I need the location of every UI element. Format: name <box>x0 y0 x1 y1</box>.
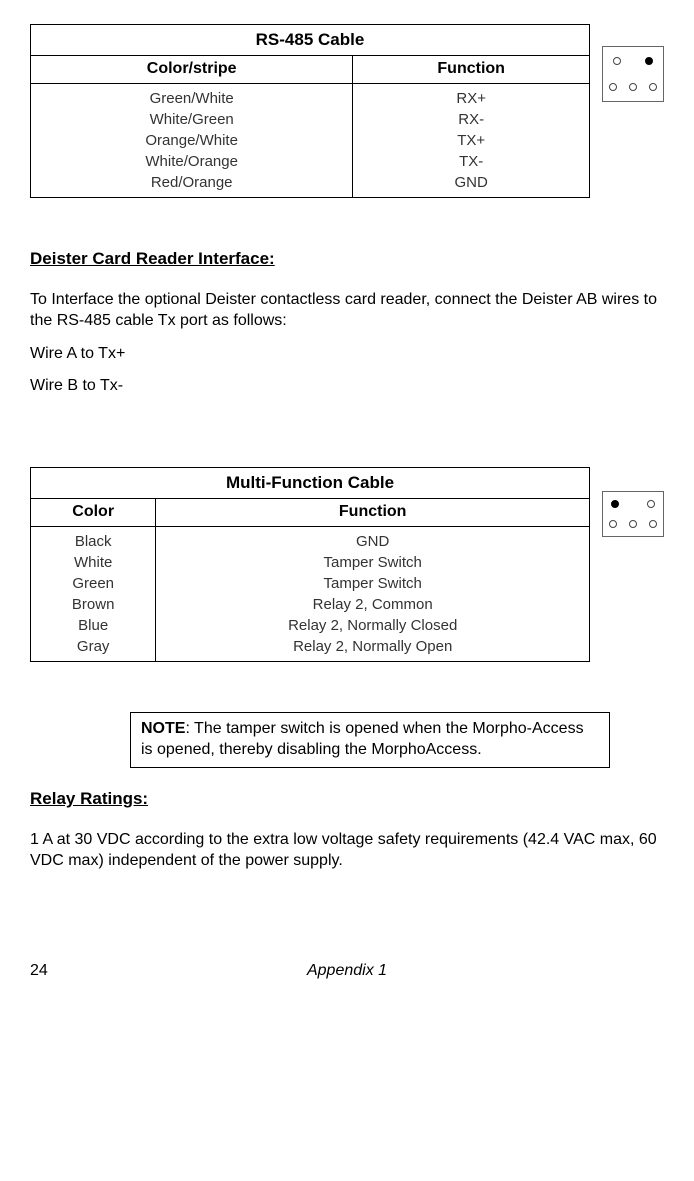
note-box: NOTE: The tamper switch is opened when t… <box>130 712 610 768</box>
table-row-value: RX- <box>357 109 585 130</box>
rs485-table-row: RS-485 Cable Color/stripe Function Green… <box>30 24 664 198</box>
paragraph: Wire A to Tx+ <box>30 344 664 365</box>
table-cell: GND Tamper Switch Tamper Switch Relay 2,… <box>156 527 590 662</box>
table-row-value: GND <box>160 531 585 552</box>
table-row-value: White/Orange <box>35 151 348 172</box>
table-row-value: Gray <box>35 636 151 657</box>
table-cell: Green/White White/Green Orange/White Whi… <box>31 83 353 197</box>
pin-filled-icon <box>645 57 653 65</box>
table-row-value: TX- <box>357 151 585 172</box>
footer-appendix: Appendix 1 <box>70 961 624 982</box>
table-row-value: Red/Orange <box>35 172 348 193</box>
table-row-value: White/Green <box>35 109 348 130</box>
table-row-value: White <box>35 552 151 573</box>
table-row-value: Tamper Switch <box>160 573 585 594</box>
table-row-value: Relay 2, Normally Open <box>160 636 585 657</box>
pin-icon <box>609 83 617 91</box>
table-row-value: TX+ <box>357 130 585 151</box>
table-header: Color/stripe <box>31 56 353 84</box>
page-number: 24 <box>30 961 70 982</box>
pin-icon <box>609 520 617 528</box>
multi-function-table-row: Multi-Function Cable Color Function Blac… <box>30 467 664 662</box>
note-text: : The tamper switch is opened when the M… <box>141 720 584 758</box>
table-title: RS-485 Cable <box>31 25 590 56</box>
table-header: Function <box>353 56 590 84</box>
connector-diagram-multi <box>602 491 664 537</box>
pin-icon <box>613 57 621 65</box>
pin-icon <box>649 83 657 91</box>
table-cell: RX+ RX- TX+ TX- GND <box>353 83 590 197</box>
pin-filled-icon <box>611 500 619 508</box>
table-cell: Black White Green Brown Blue Gray <box>31 527 156 662</box>
pin-icon <box>629 520 637 528</box>
table-row-value: Tamper Switch <box>160 552 585 573</box>
table-row-value: Relay 2, Common <box>160 594 585 615</box>
paragraph: To Interface the optional Deister contac… <box>30 290 664 332</box>
multi-function-cable-table: Multi-Function Cable Color Function Blac… <box>30 467 590 662</box>
pin-icon <box>649 520 657 528</box>
table-row-value: Blue <box>35 615 151 636</box>
connector-diagram-rs485 <box>602 46 664 102</box>
table-header: Color <box>31 499 156 527</box>
table-header: Function <box>156 499 590 527</box>
table-title: Multi-Function Cable <box>31 468 590 499</box>
table-row-value: Black <box>35 531 151 552</box>
table-row-value: Green <box>35 573 151 594</box>
table-row-value: RX+ <box>357 88 585 109</box>
note-label: NOTE <box>141 720 185 737</box>
section-heading-deister: Deister Card Reader Interface: <box>30 248 664 270</box>
pin-icon <box>647 500 655 508</box>
paragraph: Wire B to Tx- <box>30 376 664 397</box>
paragraph: 1 A at 30 VDC according to the extra low… <box>30 830 664 872</box>
table-row-value: Green/White <box>35 88 348 109</box>
table-row-value: Brown <box>35 594 151 615</box>
section-heading-relay: Relay Ratings: <box>30 788 664 810</box>
table-row-value: Orange/White <box>35 130 348 151</box>
table-row-value: Relay 2, Normally Closed <box>160 615 585 636</box>
pin-icon <box>629 83 637 91</box>
rs485-cable-table: RS-485 Cable Color/stripe Function Green… <box>30 24 590 198</box>
page-footer: 24 Appendix 1 <box>30 961 664 982</box>
table-row-value: GND <box>357 172 585 193</box>
